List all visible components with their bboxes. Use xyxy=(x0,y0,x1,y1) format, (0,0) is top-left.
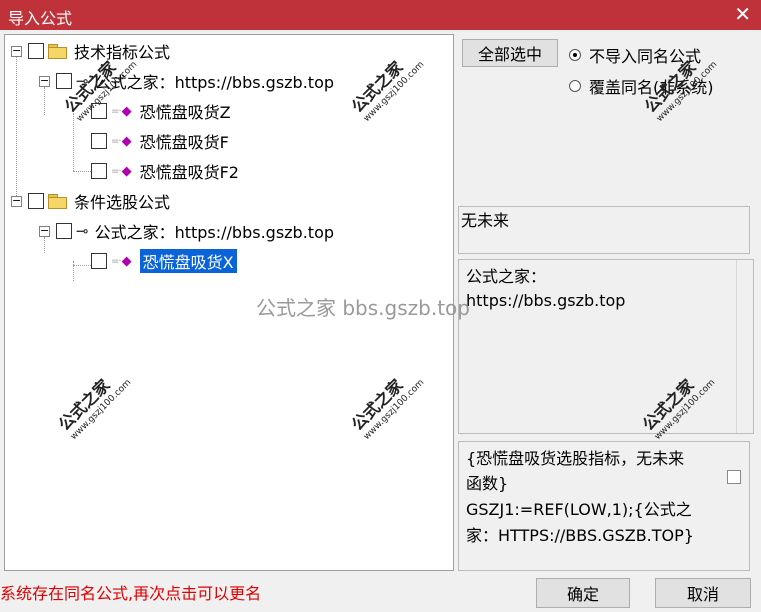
desc-line-3: GSZJ1:=REF(LOW,1);{公式之 xyxy=(466,500,692,519)
radio-icon[interactable] xyxy=(569,80,581,92)
node-checkbox[interactable] xyxy=(91,163,107,179)
formula-gem-icon: ◆ xyxy=(121,133,132,149)
formula-gem-icon: ◆ xyxy=(121,163,132,179)
formula-tree[interactable]: − 技术指标公式 − ⊸ 公式之家：https://bbs.gszb.top =… xyxy=(4,34,454,571)
link-dots-icon: =· xyxy=(111,105,122,117)
key-icon: ⊸ xyxy=(76,222,89,240)
close-icon[interactable]: ✕ xyxy=(734,3,751,25)
radio-overwrite[interactable]: 覆盖同名(非系统) xyxy=(569,74,714,98)
tree-node-label: 公式之家：https://bbs.gszb.top xyxy=(94,73,335,92)
tree-node-formula-z[interactable]: =· ◆ 恐慌盘吸货Z xyxy=(91,98,231,124)
tree-node-formula-f[interactable]: =· ◆ 恐慌盘吸货F xyxy=(91,128,229,154)
tree-node-formula-f2[interactable]: =· ◆ 恐慌盘吸货F2 xyxy=(91,158,239,184)
future-function-box: 无未来 xyxy=(458,206,750,254)
future-label: 无未来 xyxy=(461,211,510,230)
author-line-2: https://bbs.gszb.top xyxy=(466,291,626,310)
radio-no-import[interactable]: 不导入同名公式 xyxy=(569,43,701,67)
cancel-button[interactable]: 取消 xyxy=(655,578,751,608)
author-scrollbar[interactable] xyxy=(736,260,753,433)
tree-node-label: 恐慌盘吸货Z xyxy=(139,103,231,122)
tree-node-label: 技术指标公式 xyxy=(74,43,171,62)
folder-icon xyxy=(48,194,67,209)
node-checkbox[interactable] xyxy=(91,103,107,119)
author-info-box[interactable]: 公式之家： https://bbs.gszb.top xyxy=(458,259,754,434)
tree-node-stock-selection[interactable]: − 条件选股公式 xyxy=(11,188,170,214)
tree-node-label-selected: 恐慌盘吸货X xyxy=(139,249,237,273)
tree-node-label: 条件选股公式 xyxy=(74,193,171,212)
desc-line-4: 家：HTTPS://BBS.GSZB.TOP} xyxy=(466,526,694,545)
collapse-icon[interactable]: − xyxy=(11,45,22,57)
status-message: 系统存在同名公式,再次点击可以更名 xyxy=(0,584,262,603)
formula-gem-icon: ◆ xyxy=(121,103,132,119)
formula-gem-icon: ◆ xyxy=(121,253,132,269)
link-dots-icon: =· xyxy=(111,255,122,267)
radio-label: 不导入同名公式 xyxy=(589,47,702,66)
tree-node-label: 公式之家：https://bbs.gszb.top xyxy=(94,223,335,242)
ok-button[interactable]: 确定 xyxy=(536,578,630,608)
tree-node-tech-indicators[interactable]: − 技术指标公式 xyxy=(11,38,170,64)
collapse-icon[interactable]: − xyxy=(39,225,50,237)
desc-checkbox[interactable] xyxy=(727,470,741,484)
select-all-button[interactable]: 全部选中 xyxy=(462,39,558,67)
collapse-icon[interactable]: − xyxy=(39,75,50,87)
description-box[interactable]: {恐慌盘吸货选股指标，无未来 函数} GSZJ1:=REF(LOW,1);{公式… xyxy=(458,441,750,571)
node-checkbox[interactable] xyxy=(56,223,72,239)
radio-selected-icon[interactable] xyxy=(569,49,581,61)
author-line-1: 公式之家： xyxy=(466,267,547,286)
tree-node-author-2[interactable]: − ⊸ 公式之家：https://bbs.gszb.top xyxy=(39,218,334,244)
link-dots-icon: =· xyxy=(111,165,122,177)
node-checkbox[interactable] xyxy=(91,133,107,149)
tree-node-label: 恐慌盘吸货F xyxy=(139,133,229,152)
window-title: 导入公式 xyxy=(8,9,73,28)
node-checkbox[interactable] xyxy=(28,43,44,59)
link-dots-icon: =· xyxy=(111,135,122,147)
title-bar: 导入公式 ✕ xyxy=(0,0,761,30)
folder-icon xyxy=(48,44,67,59)
collapse-icon[interactable]: − xyxy=(11,195,22,207)
desc-line-1: {恐慌盘吸货选股指标，无未来 xyxy=(466,449,685,468)
node-checkbox[interactable] xyxy=(56,73,72,89)
tree-node-author-1[interactable]: − ⊸ 公式之家：https://bbs.gszb.top xyxy=(39,68,334,94)
node-checkbox[interactable] xyxy=(28,193,44,209)
tree-node-label: 恐慌盘吸货F2 xyxy=(139,163,239,182)
node-checkbox[interactable] xyxy=(91,253,107,269)
key-icon: ⊸ xyxy=(76,72,89,90)
tree-node-formula-x[interactable]: =· ◆ 恐慌盘吸货X xyxy=(91,248,237,274)
radio-label: 覆盖同名(非系统) xyxy=(589,78,714,97)
desc-line-2: 函数} xyxy=(466,474,509,493)
